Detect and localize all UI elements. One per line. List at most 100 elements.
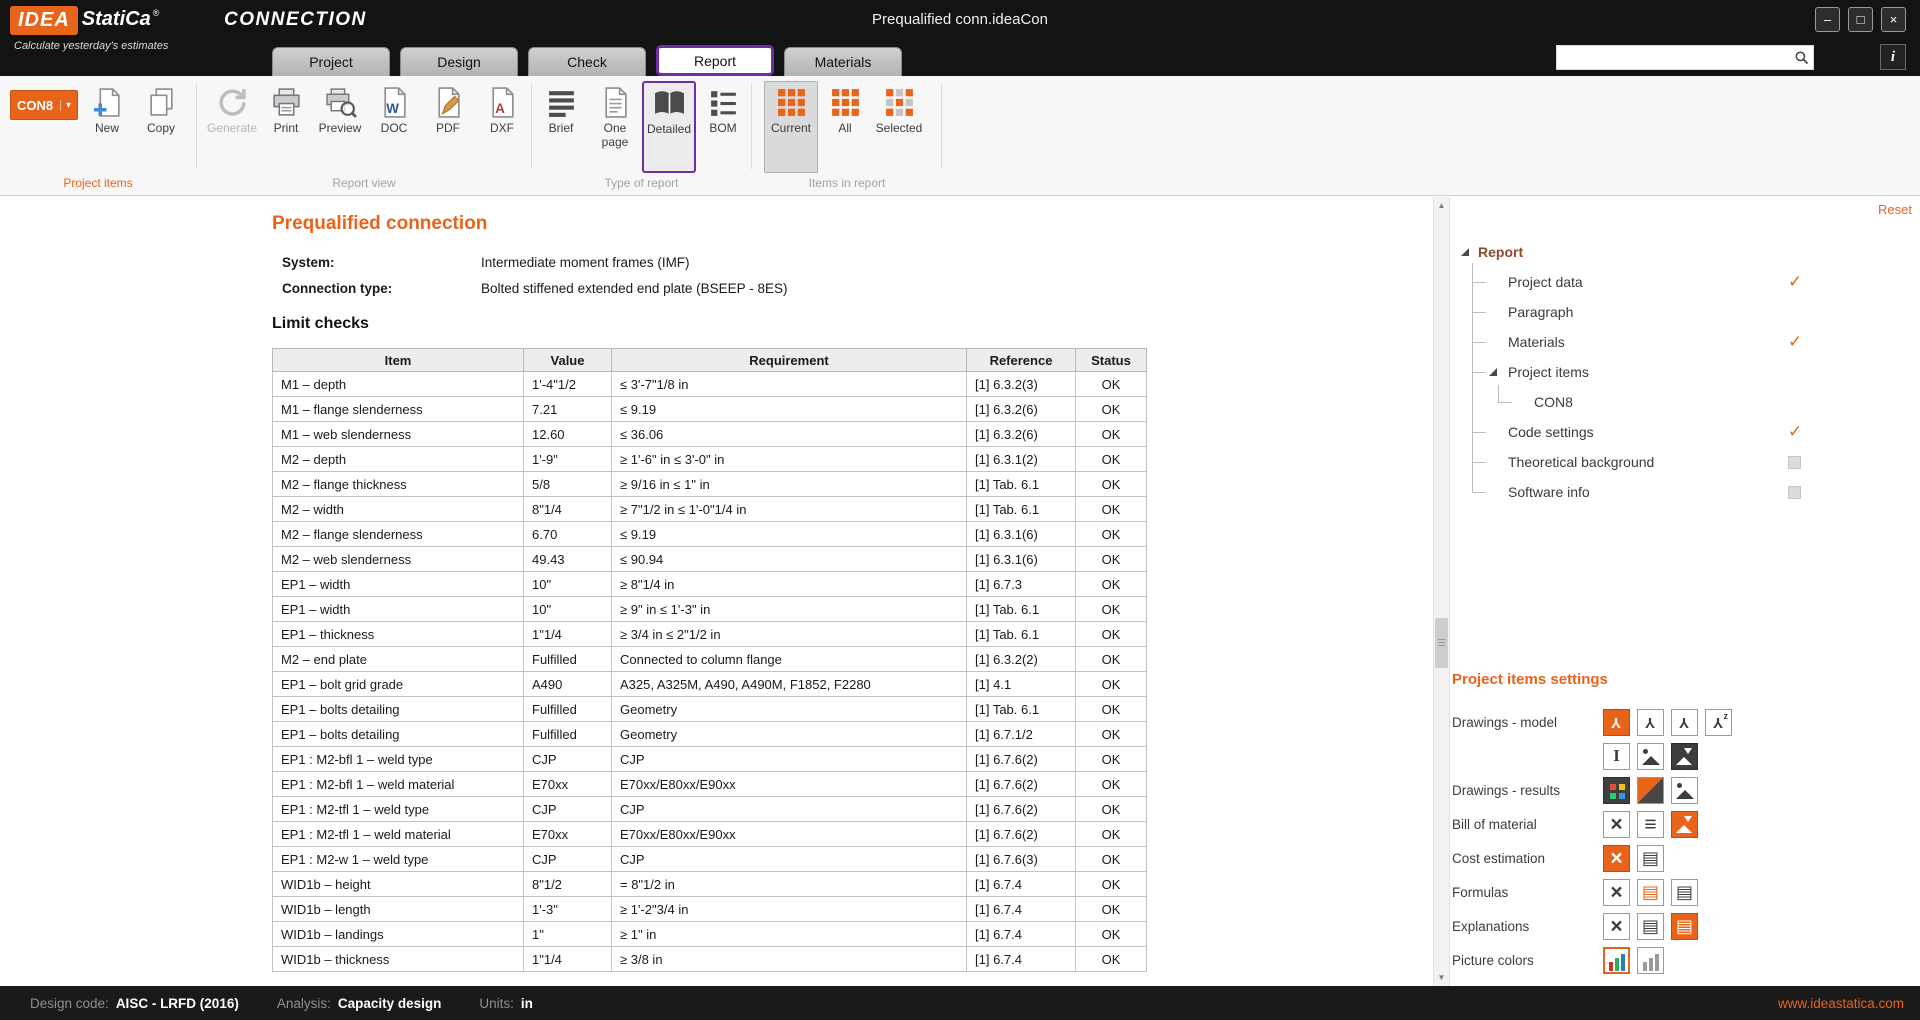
settings-icon[interactable] xyxy=(1671,743,1698,770)
field-row: Connection type: Bolted stiffened extend… xyxy=(282,275,787,301)
one-page-report-button[interactable]: One page xyxy=(588,81,642,173)
tree-item[interactable]: Code settings xyxy=(1450,417,1920,447)
include-checkbox[interactable] xyxy=(1788,486,1801,499)
selected-items-button[interactable]: Selected xyxy=(872,81,926,173)
tree-item-label: Project data xyxy=(1508,274,1583,290)
settings-icon[interactable] xyxy=(1603,709,1630,736)
current-grid-icon xyxy=(775,86,808,119)
tree-item[interactable]: Report xyxy=(1450,237,1920,267)
settings-icon[interactable] xyxy=(1637,913,1664,940)
doc-export-button[interactable]: W DOC xyxy=(367,81,421,173)
settings-icon[interactable] xyxy=(1671,777,1698,804)
column-header: Requirement xyxy=(612,349,967,372)
all-items-button[interactable]: All xyxy=(818,81,872,173)
settings-icon[interactable] xyxy=(1637,709,1664,736)
copy-button[interactable]: Copy xyxy=(134,81,188,173)
settings-icon[interactable] xyxy=(1637,845,1664,872)
website-link[interactable]: www.ideastatica.com xyxy=(1778,996,1904,1011)
settings-icon[interactable] xyxy=(1705,709,1732,736)
include-checkbox[interactable] xyxy=(1788,456,1801,469)
scrollbar-thumb[interactable] xyxy=(1435,618,1448,668)
tab[interactable]: Check xyxy=(528,47,646,76)
cell-value: 49.43 xyxy=(524,547,612,572)
cell-requirement: ≥ 1'-6" in ≤ 3'-0" in xyxy=(612,447,967,472)
cell-status: OK xyxy=(1076,897,1147,922)
info-button[interactable]: i xyxy=(1880,44,1906,70)
reset-link[interactable]: Reset xyxy=(1878,202,1912,217)
pdf-export-button[interactable]: PDF xyxy=(421,81,475,173)
settings-icon[interactable] xyxy=(1603,811,1630,838)
search-input[interactable] xyxy=(1557,46,1789,69)
con8-selector[interactable]: CON8 ▾ xyxy=(10,90,78,120)
cell-item: M1 – flange slenderness xyxy=(273,397,524,422)
new-button[interactable]: New xyxy=(80,81,134,173)
scroll-down-icon[interactable]: ▼ xyxy=(1434,969,1449,986)
tab[interactable]: Materials xyxy=(784,47,902,76)
settings-icon[interactable] xyxy=(1637,947,1664,974)
current-items-button[interactable]: Current xyxy=(764,81,818,173)
tab[interactable]: Design xyxy=(400,47,518,76)
minimize-button[interactable]: – xyxy=(1815,7,1840,32)
dxf-export-button[interactable]: A DXF xyxy=(475,81,529,173)
vertical-scrollbar[interactable]: ▲ ▼ xyxy=(1433,197,1450,986)
tab-label: Report xyxy=(694,53,736,69)
units-value: in xyxy=(521,996,533,1011)
tree-item-label: Paragraph xyxy=(1508,304,1573,320)
close-button[interactable]: × xyxy=(1881,7,1906,32)
settings-icon[interactable] xyxy=(1671,811,1698,838)
cell-reference: [1] Tab. 6.1 xyxy=(967,597,1076,622)
analysis-value: Capacity design xyxy=(338,996,442,1011)
cell-value: E70xx xyxy=(524,822,612,847)
cell-item: M2 – flange thickness xyxy=(273,472,524,497)
tab-label: Materials xyxy=(815,54,872,70)
settings-icon[interactable] xyxy=(1671,879,1698,906)
bom-report-button[interactable]: BOM xyxy=(696,81,750,173)
tree-item[interactable]: Project items xyxy=(1450,357,1920,387)
settings-icon[interactable] xyxy=(1603,913,1630,940)
settings-icon[interactable] xyxy=(1603,947,1630,974)
include-checkbox[interactable] xyxy=(1788,424,1804,440)
brief-report-button[interactable]: Brief xyxy=(534,81,588,173)
field-label: Connection type: xyxy=(282,281,481,296)
settings-row: Explanations xyxy=(1452,909,1920,943)
settings-icon[interactable] xyxy=(1637,811,1664,838)
cell-requirement: ≤ 3'-7"1/8 in xyxy=(612,372,967,397)
settings-icon[interactable] xyxy=(1637,879,1664,906)
main-content: Prequalified connection System: Intermed… xyxy=(0,197,1920,986)
settings-icon[interactable] xyxy=(1671,709,1698,736)
tree-item[interactable]: Paragraph xyxy=(1450,297,1920,327)
include-checkbox[interactable] xyxy=(1788,274,1804,290)
preview-button[interactable]: Preview xyxy=(313,81,367,173)
table-row: M2 – flange slenderness 6.70 ≤ 9.19 [1] … xyxy=(273,522,1147,547)
project-items-settings: Project items settings Drawings - model xyxy=(1452,671,1920,977)
settings-icon[interactable] xyxy=(1603,777,1630,804)
tree-item[interactable]: Theoretical background xyxy=(1450,447,1920,477)
expander-icon[interactable] xyxy=(1461,248,1469,256)
tree-item[interactable]: CON8 xyxy=(1450,387,1920,417)
settings-icon[interactable] xyxy=(1603,743,1630,770)
expander-icon[interactable] xyxy=(1489,368,1497,376)
cell-item: WID1b – landings xyxy=(273,922,524,947)
settings-icon[interactable] xyxy=(1637,777,1664,804)
include-checkbox[interactable] xyxy=(1788,334,1804,350)
tab[interactable]: Report xyxy=(656,45,774,76)
main-tabs: Project Design Check Report Materials xyxy=(272,45,912,76)
tab[interactable]: Project xyxy=(272,47,390,76)
print-button[interactable]: Print xyxy=(259,81,313,173)
settings-icon[interactable] xyxy=(1671,913,1698,940)
settings-icon[interactable] xyxy=(1603,879,1630,906)
detailed-report-button[interactable]: Detailed xyxy=(642,81,696,173)
generate-button[interactable]: Generate xyxy=(205,81,259,173)
settings-icon[interactable] xyxy=(1637,743,1664,770)
scroll-up-icon[interactable]: ▲ xyxy=(1434,197,1449,214)
cell-status: OK xyxy=(1076,447,1147,472)
tree-item[interactable]: Project data xyxy=(1450,267,1920,297)
cell-status: OK xyxy=(1076,472,1147,497)
maximize-button[interactable]: □ xyxy=(1848,7,1873,32)
settings-icon[interactable] xyxy=(1603,845,1630,872)
cell-item: EP1 – width xyxy=(273,572,524,597)
search-icon[interactable] xyxy=(1789,50,1813,65)
cell-item: M2 – width xyxy=(273,497,524,522)
tree-item[interactable]: Materials xyxy=(1450,327,1920,357)
tree-item[interactable]: Software info xyxy=(1450,477,1920,507)
